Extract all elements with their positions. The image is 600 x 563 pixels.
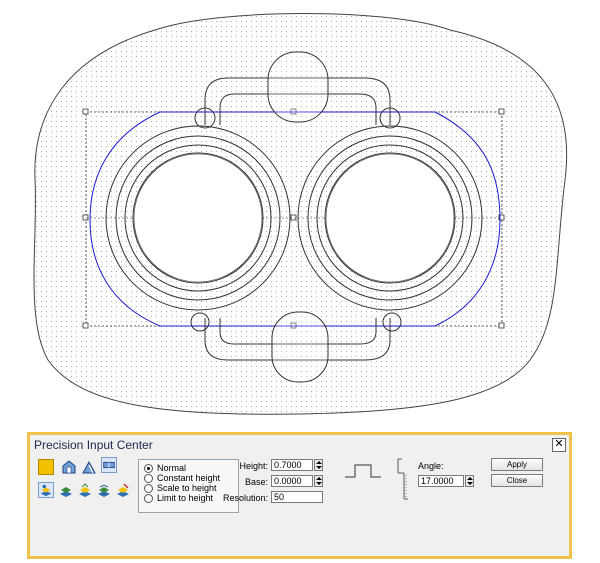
base-spinner[interactable] bbox=[314, 475, 323, 487]
height-spinner[interactable] bbox=[314, 459, 323, 471]
height-label: Height: bbox=[239, 461, 268, 471]
drawing-canvas[interactable] bbox=[0, 0, 600, 425]
angle-field[interactable]: 17.0000 bbox=[418, 475, 464, 487]
roof-shape-icon[interactable] bbox=[81, 459, 97, 475]
radio-scale-to-height[interactable] bbox=[144, 483, 153, 493]
house-shape-icon[interactable] bbox=[61, 459, 77, 475]
resolution-label: Resolution: bbox=[222, 493, 268, 503]
height-mode-group: Normal Constant height Scale to height L… bbox=[138, 459, 239, 513]
profile-preview-icon bbox=[345, 464, 381, 478]
radio-constant-height[interactable] bbox=[144, 473, 153, 483]
color-swatch-icon[interactable] bbox=[38, 459, 54, 475]
mode-option-scale-to-height[interactable]: Scale to height bbox=[144, 483, 233, 493]
layer-tool-icon-3[interactable] bbox=[77, 482, 93, 498]
base-field[interactable]: 0.0000 bbox=[271, 475, 313, 487]
layer-tool-icon-1[interactable] bbox=[38, 482, 54, 498]
angle-label: Angle: bbox=[418, 461, 444, 471]
resolution-field[interactable]: 50 bbox=[271, 491, 323, 503]
angle-spinner[interactable] bbox=[465, 475, 474, 487]
angle-scale-icon bbox=[397, 458, 408, 500]
layer-tool-icon-4[interactable] bbox=[96, 482, 112, 498]
layer-tool-icon-5[interactable] bbox=[115, 482, 131, 498]
close-button[interactable]: Close bbox=[491, 474, 543, 487]
base-label: Base: bbox=[244, 477, 268, 487]
apply-button[interactable]: Apply bbox=[491, 458, 543, 471]
close-icon[interactable]: ✕ bbox=[552, 438, 566, 452]
mode-option-constant-height[interactable]: Constant height bbox=[144, 473, 233, 483]
flat-shape-icon[interactable] bbox=[101, 457, 117, 473]
precision-input-panel: Precision Input Center ✕ Normal Constant… bbox=[27, 432, 572, 559]
radio-limit-to-height[interactable] bbox=[144, 493, 153, 503]
right-inner-disc bbox=[325, 153, 455, 283]
height-field[interactable]: 0.7000 bbox=[271, 459, 313, 471]
panel-title: Precision Input Center bbox=[34, 438, 153, 452]
mode-option-normal[interactable]: Normal bbox=[144, 463, 233, 473]
left-inner-disc bbox=[133, 153, 263, 283]
radio-normal[interactable] bbox=[144, 463, 153, 473]
panel-body: Precision Input Center ✕ Normal Constant… bbox=[30, 435, 569, 556]
layer-tool-icon-2[interactable] bbox=[58, 482, 74, 498]
